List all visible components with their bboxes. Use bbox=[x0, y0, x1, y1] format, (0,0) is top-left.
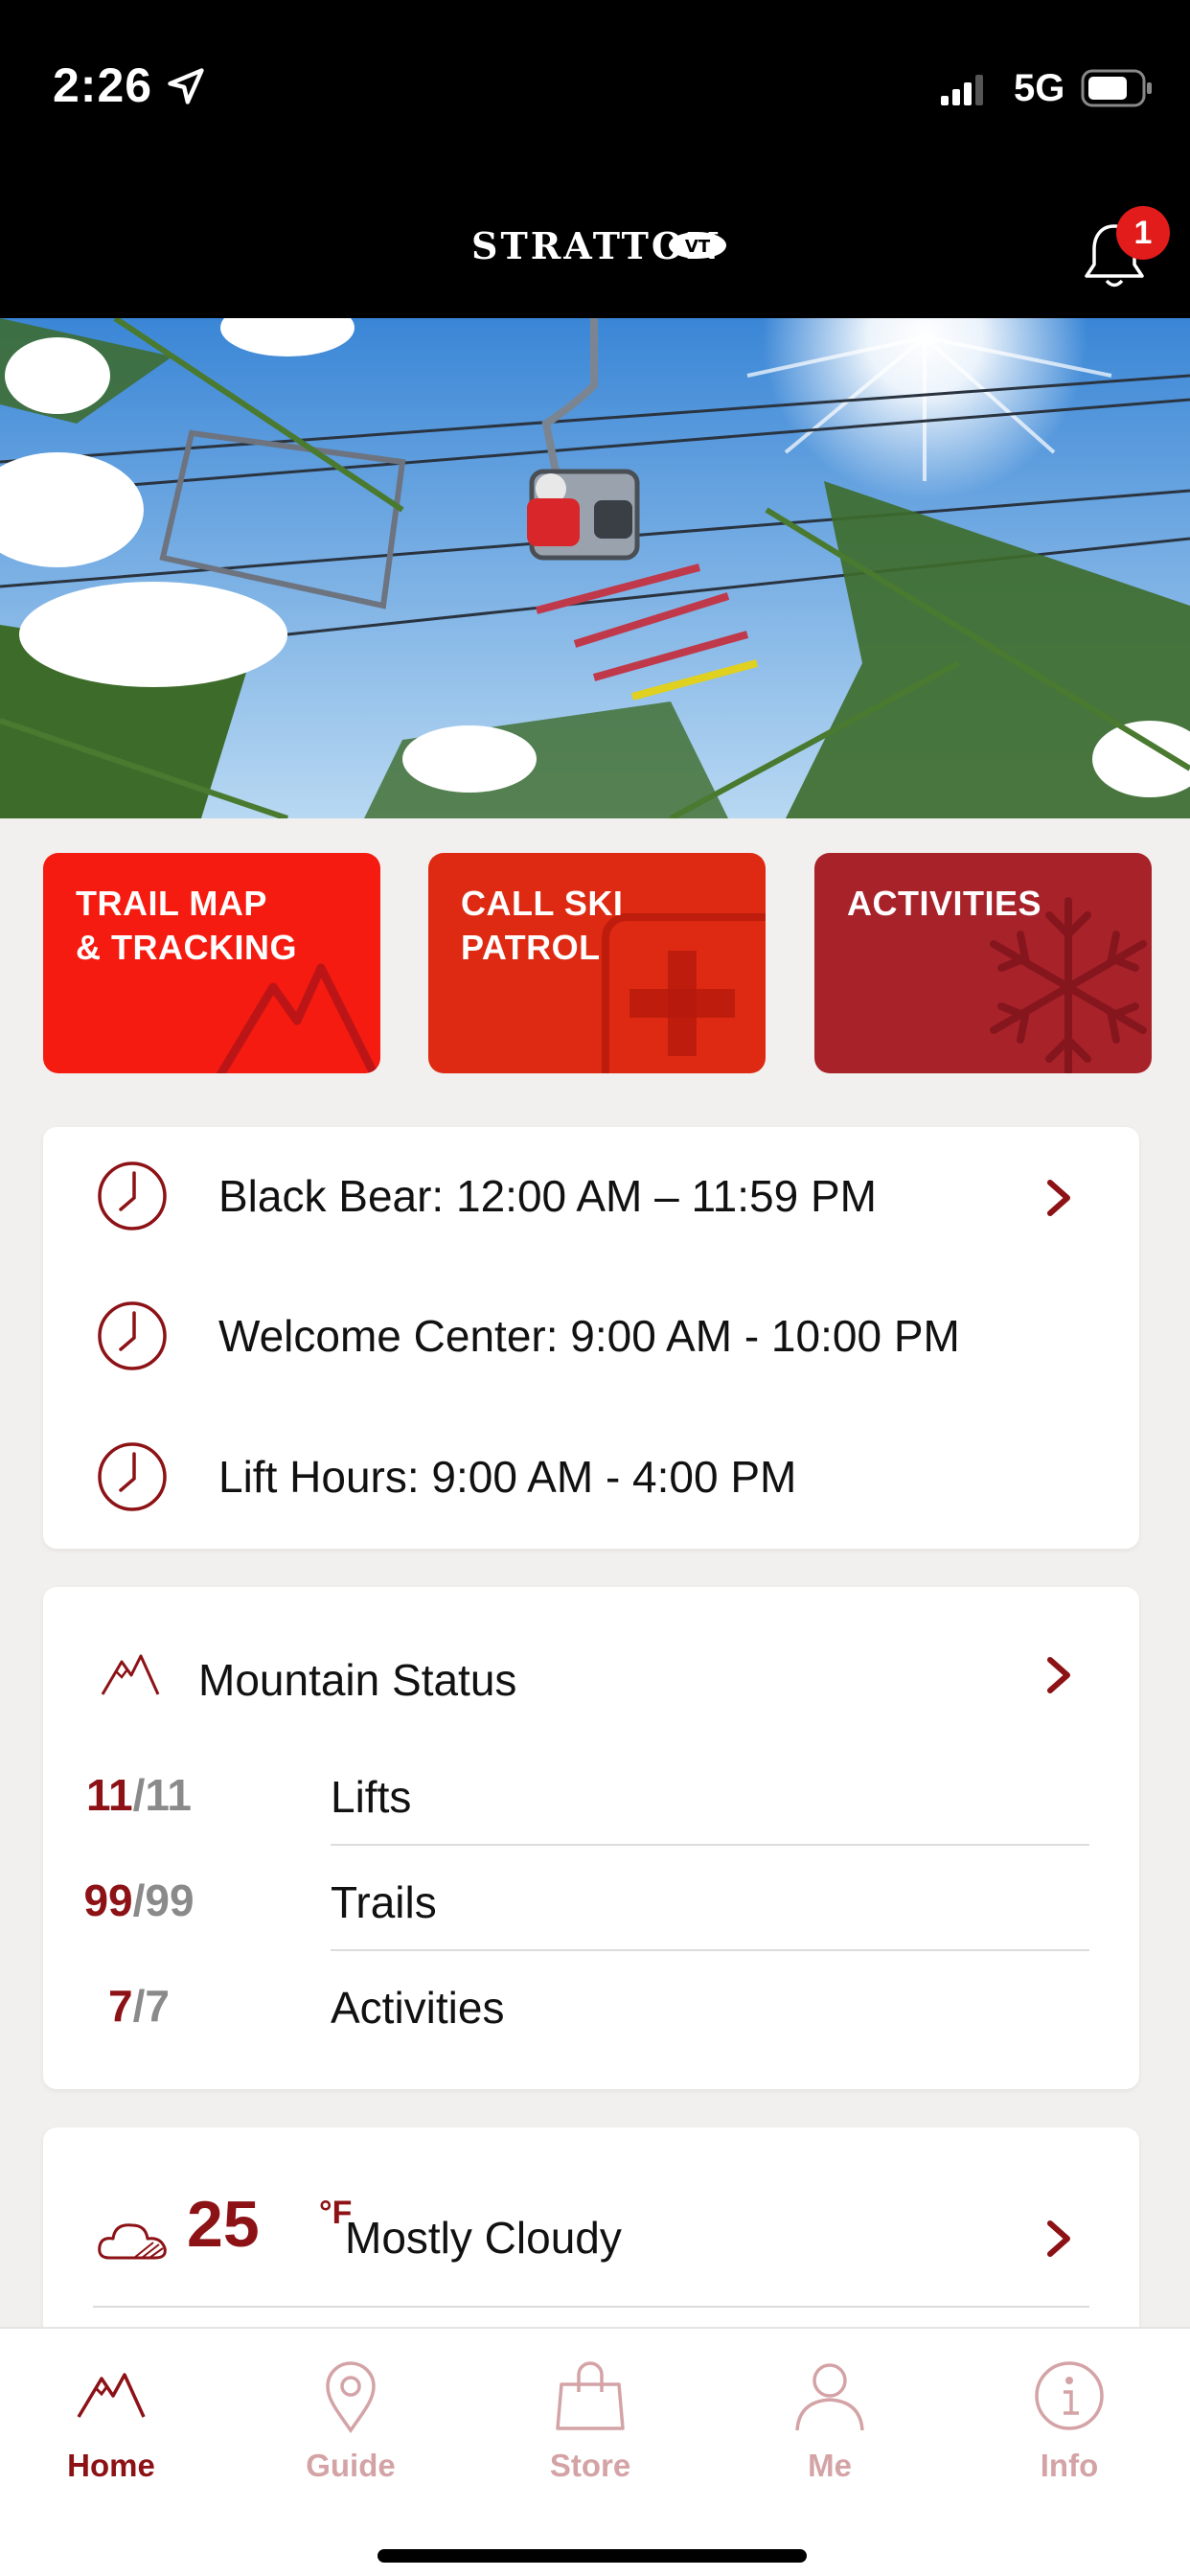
temperature-value: 25 bbox=[187, 2188, 260, 2261]
trails-count: 99/99 bbox=[83, 1875, 195, 1925]
network-type: 5G bbox=[1014, 67, 1065, 109]
hero-chairlift-image bbox=[0, 318, 1190, 818]
weather-divider bbox=[93, 2306, 1089, 2308]
hours-row-black-bear[interactable]: Black Bear: 12:00 AM – 11:59 PM bbox=[96, 1160, 877, 1232]
map-pin-icon bbox=[326, 2361, 376, 2434]
tile-label: TRAIL MAP & TRACKING bbox=[76, 884, 297, 967]
info-icon bbox=[1035, 2361, 1104, 2430]
person-icon bbox=[795, 2363, 864, 2431]
tab-label: Guide bbox=[306, 2448, 396, 2483]
tab-label: Home bbox=[67, 2448, 155, 2483]
hours-row-welcome-center: Welcome Center: 9:00 AM - 10:00 PM bbox=[96, 1300, 960, 1372]
hours-text: Lift Hours: 9:00 AM - 4:00 PM bbox=[218, 1452, 797, 1502]
tile-label: ACTIVITIES bbox=[847, 884, 1042, 923]
tile-label: CALL SKI PATROL bbox=[461, 884, 624, 967]
trails-label: Trails bbox=[331, 1877, 437, 1927]
status-time: 2:26 bbox=[53, 58, 153, 112]
cellular-signal-icon bbox=[941, 75, 983, 105]
notification-badge: 1 bbox=[1116, 206, 1170, 260]
activities-label: Activities bbox=[331, 1983, 505, 2033]
trail-map-tracking-tile[interactable]: TRAIL MAP & TRACKING bbox=[43, 853, 380, 1073]
mountain-icon bbox=[77, 2373, 146, 2418]
top-bar bbox=[0, 0, 1190, 318]
home-indicator[interactable] bbox=[378, 2549, 807, 2563]
activities-tile[interactable]: ACTIVITIES bbox=[814, 853, 1152, 1073]
clock-icon bbox=[98, 1442, 167, 1511]
hours-text: Black Bear: 12:00 AM – 11:59 PM bbox=[218, 1171, 877, 1221]
tab-guide[interactable]: Guide bbox=[255, 2358, 446, 2484]
clock-icon bbox=[98, 1301, 167, 1370]
chevron-right-icon[interactable] bbox=[1044, 2220, 1073, 2258]
weather-condition: Mostly Cloudy bbox=[345, 2213, 622, 2263]
tab-label: Info bbox=[1040, 2448, 1099, 2483]
svg-text:VT: VT bbox=[685, 237, 711, 257]
status-row-lifts: 11/11 Lifts bbox=[43, 1740, 1139, 1846]
chevron-right-icon[interactable] bbox=[1044, 1656, 1073, 1694]
mountain-status-card[interactable]: Mountain Status 11/11 Lifts 99/99 Trails… bbox=[43, 1587, 1139, 2089]
hours-row-lift-hours: Lift Hours: 9:00 AM - 4:00 PM bbox=[96, 1440, 796, 1513]
tab-label: Me bbox=[808, 2448, 852, 2483]
hours-card[interactable]: Black Bear: 12:00 AM – 11:59 PM Welcome … bbox=[43, 1127, 1139, 1549]
lifts-count: 11/11 bbox=[85, 1770, 193, 1820]
medical-cross-icon bbox=[602, 913, 766, 1073]
activities-count: 7/7 bbox=[108, 1981, 170, 2031]
stratton-logo[interactable]: STRATTON VT bbox=[469, 220, 728, 268]
mountain-icon bbox=[101, 1654, 160, 1695]
tab-me[interactable]: Me bbox=[734, 2358, 926, 2484]
shopping-bag-icon bbox=[556, 2361, 625, 2430]
lifts-label: Lifts bbox=[331, 1772, 412, 1822]
location-arrow-icon bbox=[168, 68, 204, 104]
hours-text: Welcome Center: 9:00 AM - 10:00 PM bbox=[218, 1311, 960, 1361]
clock-icon bbox=[98, 1162, 167, 1230]
tab-info[interactable]: Info bbox=[973, 2358, 1165, 2484]
mountain-status-title: Mountain Status bbox=[198, 1655, 517, 1705]
tab-store[interactable]: Store bbox=[494, 2358, 686, 2484]
tab-label: Store bbox=[549, 2448, 631, 2483]
status-row-trails: 99/99 Trails bbox=[43, 1846, 1139, 1951]
tab-home[interactable]: Home bbox=[15, 2358, 207, 2484]
cloud-icon bbox=[98, 2223, 167, 2260]
status-row-activities: 7/7 Activities bbox=[43, 1951, 1139, 2057]
tab-bar: Home Guide Store Me Info bbox=[0, 2327, 1190, 2576]
chevron-right-icon[interactable] bbox=[1044, 1179, 1073, 1217]
call-ski-patrol-tile[interactable]: CALL SKI PATROL bbox=[428, 853, 766, 1073]
battery-icon bbox=[1081, 69, 1152, 107]
